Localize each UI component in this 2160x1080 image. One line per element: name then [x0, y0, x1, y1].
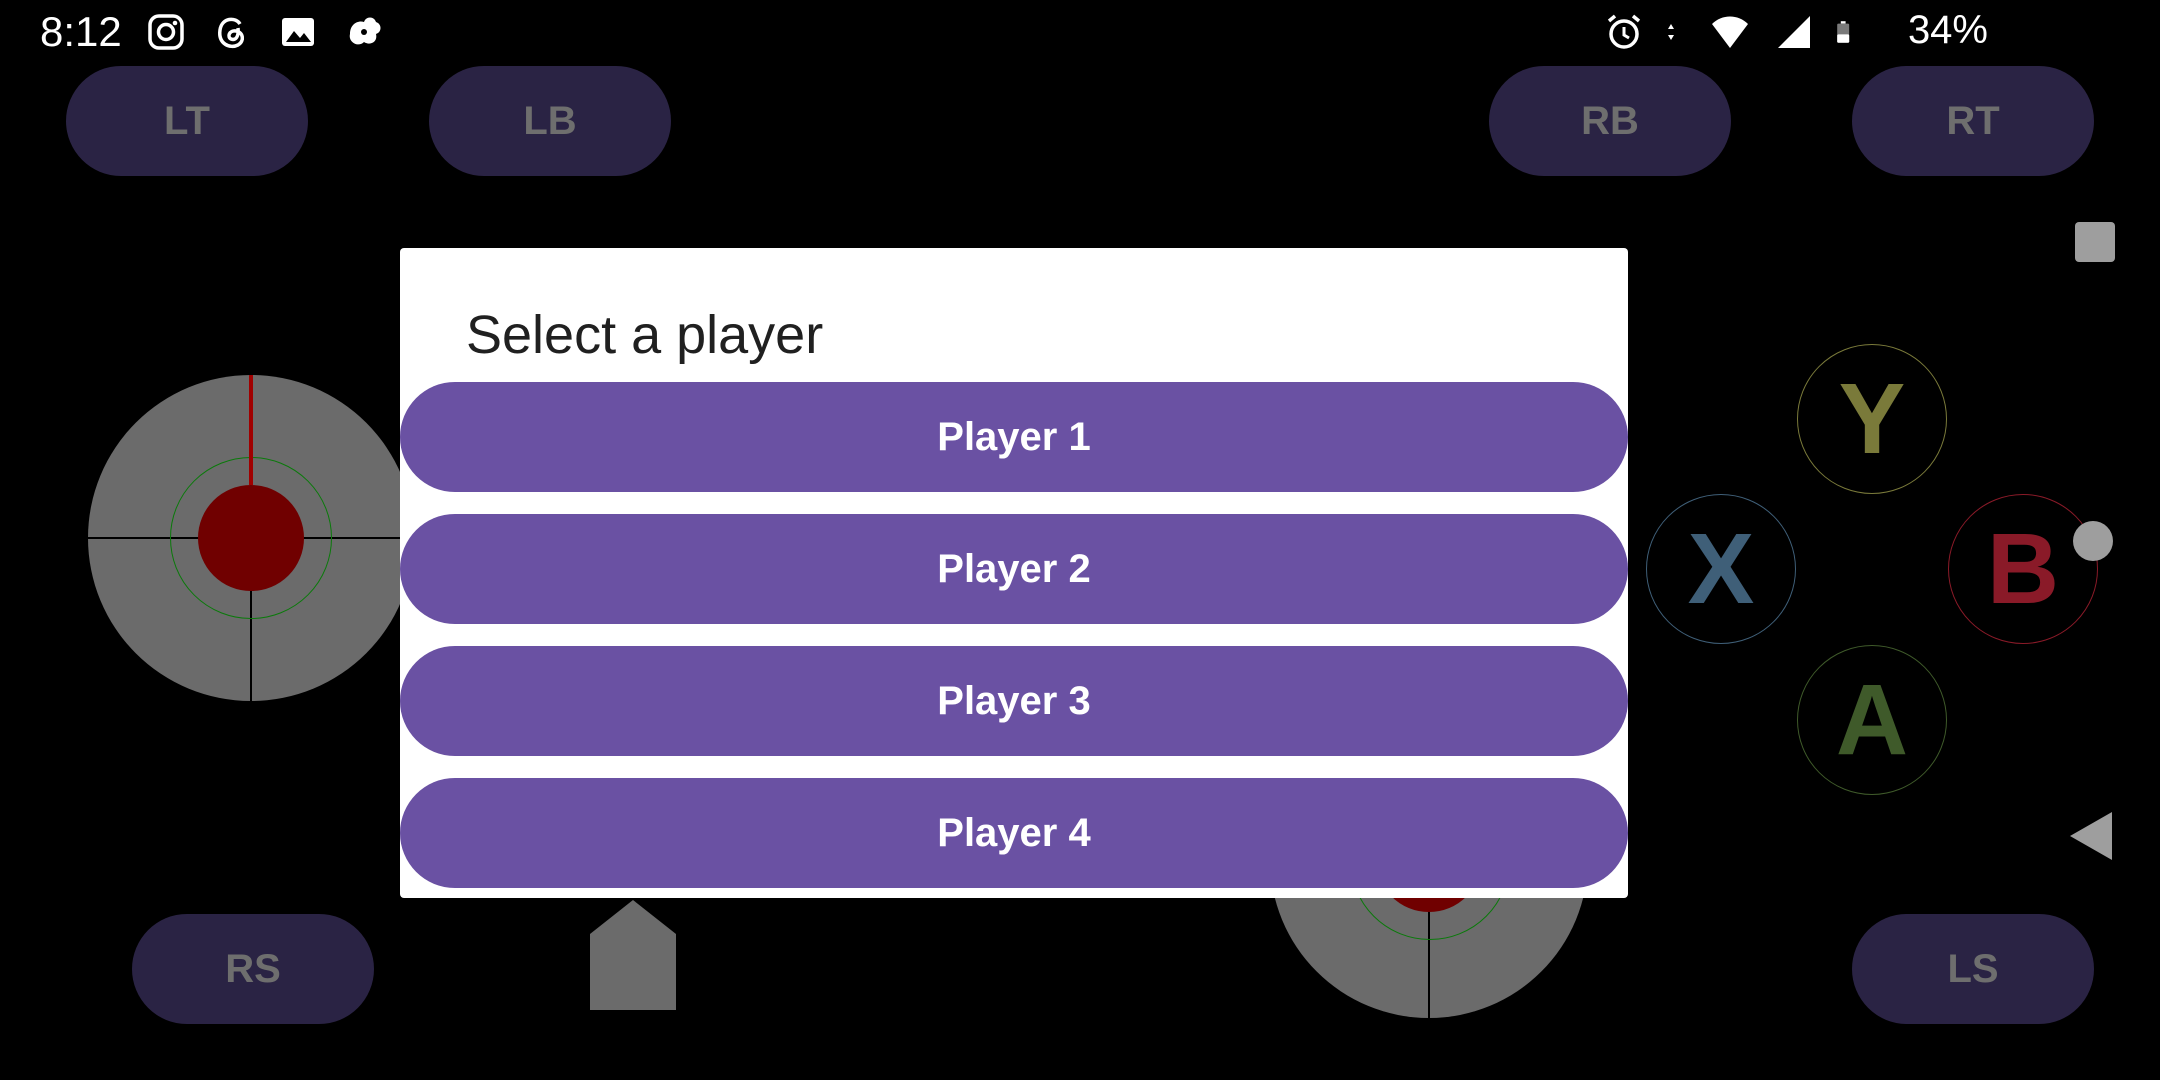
gallery-icon: [282, 18, 314, 46]
threads-icon: [218, 17, 245, 49]
joystick-direction-line: [249, 375, 253, 485]
app-icon: [349, 17, 381, 45]
notification-icons: [146, 12, 384, 52]
rs-button[interactable]: RS: [132, 914, 374, 1024]
status-bar: 8:12 34%: [0, 0, 2160, 66]
player-4-button[interactable]: Player 4: [400, 778, 1628, 888]
signal-icon: [1778, 16, 1810, 48]
back-icon[interactable]: [2070, 812, 2112, 860]
wifi-icon: [1712, 16, 1748, 48]
player-1-button[interactable]: Player 1: [400, 382, 1628, 492]
player-2-button[interactable]: Player 2: [400, 514, 1628, 624]
lb-button[interactable]: LB: [429, 66, 671, 176]
player-3-button[interactable]: Player 3: [400, 646, 1628, 756]
battery-icon: [1837, 21, 1850, 43]
lt-button[interactable]: LT: [66, 66, 308, 176]
x-button[interactable]: X: [1646, 494, 1796, 644]
select-player-dialog: Select a player Player 1 Player 2 Player…: [400, 248, 1628, 898]
alarm-icon: [1607, 14, 1641, 49]
a-button[interactable]: A: [1797, 645, 1947, 795]
rb-button[interactable]: RB: [1489, 66, 1731, 176]
ls-button[interactable]: LS: [1852, 914, 2094, 1024]
dpad-up-button[interactable]: [590, 900, 676, 1010]
joystick-knob[interactable]: [198, 485, 304, 591]
clock: 8:12: [40, 8, 122, 55]
left-joystick[interactable]: [88, 375, 414, 701]
instagram-icon: [148, 14, 184, 50]
recents-icon[interactable]: [2075, 222, 2115, 262]
data-arrows-icon: [1668, 24, 1674, 40]
dialog-title: Select a player: [466, 305, 824, 365]
home-icon[interactable]: [2073, 521, 2113, 561]
y-button[interactable]: Y: [1797, 344, 1947, 494]
battery-percent: 34%: [1907, 8, 1988, 52]
system-icons: [1604, 12, 1860, 52]
b-button[interactable]: B: [1948, 494, 2098, 644]
rt-button[interactable]: RT: [1852, 66, 2094, 176]
